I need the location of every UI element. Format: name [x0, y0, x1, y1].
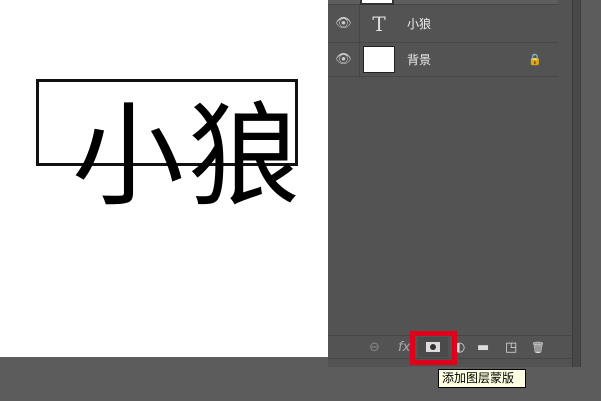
canvas-text: 小狼 — [72, 92, 304, 222]
text-layer-icon: T — [372, 11, 386, 36]
link-layers-icon[interactable]: ⊖ — [369, 340, 380, 356]
folder-icon[interactable]: ▬ — [477, 340, 489, 356]
trash-icon[interactable]: 🗑 — [531, 340, 545, 356]
eye-icon[interactable]: 👁 — [328, 43, 360, 76]
lock-icon: 🔒 — [528, 53, 542, 66]
layer-row-text[interactable]: 👁 T 小狼 — [328, 5, 558, 43]
new-layer-icon[interactable]: ◳ — [505, 340, 517, 356]
tooltip: 添加图层蒙版 — [438, 369, 526, 388]
highlight-box — [410, 331, 457, 365]
panel-scrollbar[interactable] — [573, 0, 581, 367]
layer-row-background[interactable]: 👁 背景 🔒 — [328, 43, 558, 77]
eye-icon[interactable]: 👁 — [328, 5, 360, 42]
layers-panel: 👁 T 小狼 👁 背景 🔒 ⊖ fx ◐ ▬ ◳ 🗑 — [328, 0, 573, 367]
document-canvas[interactable]: 小狼 — [0, 0, 328, 357]
layer-thumbnail — [363, 46, 395, 73]
layer-thumbnail — [360, 0, 394, 5]
layer-name: 小狼 — [407, 17, 432, 31]
fx-icon[interactable]: fx — [398, 340, 410, 356]
layer-name: 背景 — [407, 53, 432, 67]
